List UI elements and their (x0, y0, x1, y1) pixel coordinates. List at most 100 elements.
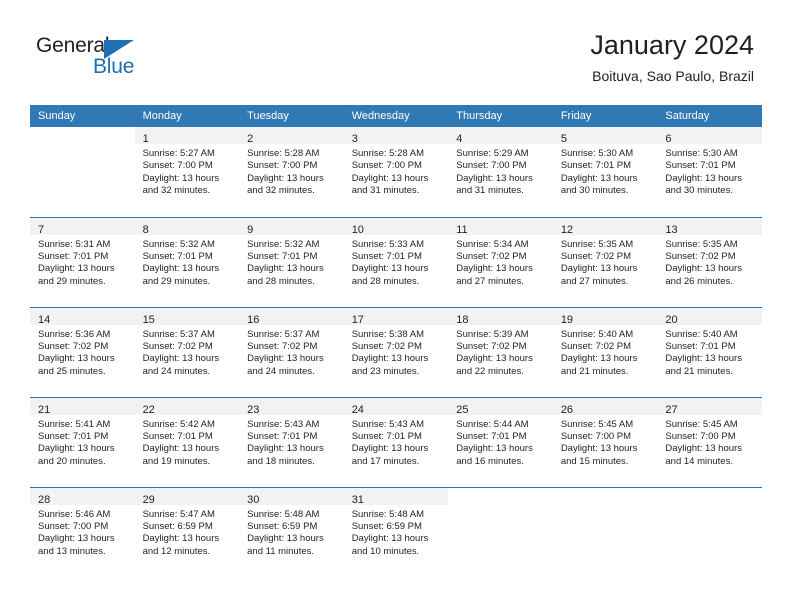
daylight-text: Daylight: 13 hours and 12 minutes. (142, 533, 220, 557)
calendar-day-cell[interactable]: 17 Sunrise: 5:38 AM Sunset: 7:02 PM Dayligh… (343, 306, 449, 397)
sunset-text: Sunset: 7:02 PM (560, 250, 632, 262)
calendar-day-cell[interactable]: 16 Sunrise: 5:37 AM Sunset: 7:02 PM Dayligh… (239, 306, 344, 397)
calendar-day-cell[interactable]: 15 Sunrise: 5:37 AM Sunset: 7:02 PM Dayligh… (134, 306, 240, 397)
calendar-day-cell[interactable]: 4 Sunrise: 5:29 AM Sunset: 7:00 PM Daylight… (448, 127, 553, 217)
calendar-day-cell[interactable]: 30 Sunrise: 5:48 AM Sunset: 6:59 PM Dayligh… (239, 486, 344, 577)
calendar-day-cell[interactable]: 12 Sunrise: 5:35 AM Sunset: 7:02 PM Dayligh… (552, 216, 658, 307)
calendar-day-cell[interactable]: 27 Sunrise: 5:45 AM Sunset: 7:00 PM Dayligh… (657, 396, 762, 487)
sunset-text: Sunset: 7:02 PM (456, 250, 527, 262)
sunset-text: Sunset: 7:00 PM (456, 160, 527, 172)
day-number: 9 (247, 223, 254, 236)
sunset-text: Sunset: 7:02 PM (456, 340, 527, 352)
day-cell-content: 14 Sunrise: 5:36 AM Sunset: 7:02 PM Dayligh… (30, 307, 135, 397)
day-cell-content: 1 Sunrise: 5:27 AM Sunset: 7:00 PM Daylight… (134, 127, 240, 216)
day-cell-content (448, 488, 553, 577)
calendar-day-cell[interactable]: 6 Sunrise: 5:30 AM Sunset: 7:01 PM Daylight… (657, 127, 762, 217)
calendar-day-cell[interactable] (448, 486, 553, 577)
logo-text-blue: Blue (93, 55, 135, 78)
day-cell-content: 10 Sunrise: 5:33 AM Sunset: 7:01 PM Dayligh… (343, 217, 449, 307)
day-number-band: 22 (134, 397, 240, 416)
calendar-day-cell[interactable]: 2 Sunrise: 5:28 AM Sunset: 7:00 PM Daylight… (239, 127, 344, 217)
day-number: 29 (142, 493, 155, 506)
sunset-text: Sunset: 6:59 PM (142, 520, 213, 532)
day-cell-content: 16 Sunrise: 5:37 AM Sunset: 7:02 PM Dayligh… (239, 307, 344, 397)
calendar-day-cell[interactable]: 9 Sunrise: 5:32 AM Sunset: 7:01 PM Daylight… (239, 216, 344, 307)
calendar-day-cell[interactable]: 10 Sunrise: 5:33 AM Sunset: 7:01 PM Dayligh… (343, 216, 449, 307)
day-cell-content: 3 Sunrise: 5:28 AM Sunset: 7:00 PM Daylight… (343, 127, 449, 216)
calendar-day-cell[interactable]: 25 Sunrise: 5:44 AM Sunset: 7:01 PM Dayligh… (448, 396, 553, 487)
calendar-day-cell[interactable] (30, 127, 135, 217)
day-cell-content (30, 127, 135, 216)
daylight-text: Daylight: 13 hours and 19 minutes. (142, 443, 220, 467)
calendar-day-cell[interactable]: 28 Sunrise: 5:46 AM Sunset: 7:00 PM Dayligh… (30, 486, 135, 577)
day-number-band: 5 (552, 127, 658, 145)
calendar-day-cell[interactable] (552, 486, 658, 577)
daylight-text: Daylight: 13 hours and 21 minutes. (560, 353, 638, 377)
daylight-text: Daylight: 13 hours and 15 minutes. (560, 443, 638, 467)
calendar-day-cell[interactable]: 22 Sunrise: 5:42 AM Sunset: 7:01 PM Dayligh… (134, 396, 240, 487)
day-cell-content: 8 Sunrise: 5:32 AM Sunset: 7:01 PM Daylight… (134, 217, 240, 307)
day-number-band: 6 (657, 127, 762, 145)
day-number-band: 1 (134, 127, 240, 145)
sunset-text: Sunset: 7:01 PM (665, 340, 736, 352)
calendar-day-cell[interactable]: 13 Sunrise: 5:35 AM Sunset: 7:02 PM Dayligh… (657, 216, 762, 307)
calendar-day-cell[interactable]: 26 Sunrise: 5:45 AM Sunset: 7:00 PM Dayligh… (552, 396, 658, 487)
calendar-day-cell[interactable]: 29 Sunrise: 5:47 AM Sunset: 6:59 PM Dayligh… (134, 486, 240, 577)
day-cell-content: 6 Sunrise: 5:30 AM Sunset: 7:01 PM Daylight… (657, 127, 762, 216)
day-cell-content: 4 Sunrise: 5:29 AM Sunset: 7:00 PM Daylight… (448, 127, 553, 216)
day-number-band: 28 (30, 487, 135, 506)
sunset-text: Sunset: 7:00 PM (247, 160, 318, 172)
day-cell-content: 9 Sunrise: 5:32 AM Sunset: 7:01 PM Daylight… (239, 217, 344, 307)
day-number: 18 (456, 313, 469, 326)
day-number: 5 (560, 133, 567, 145)
daylight-text: Daylight: 13 hours and 10 minutes. (351, 533, 429, 557)
calendar-day-cell[interactable]: 19 Sunrise: 5:40 AM Sunset: 7:02 PM Dayligh… (552, 306, 658, 397)
day-details: Sunrise: 5:45 AM Sunset: 7:00 PM Daylight:… (657, 415, 762, 469)
calendar-day-cell[interactable]: 14 Sunrise: 5:36 AM Sunset: 7:02 PM Dayligh… (30, 306, 135, 397)
day-cell-content: 26 Sunrise: 5:45 AM Sunset: 7:00 PM Dayligh… (552, 397, 658, 487)
day-number-band: 30 (239, 487, 344, 506)
sunrise-text: Sunrise: 5:34 AM (456, 238, 529, 250)
calendar-day-cell[interactable]: 18 Sunrise: 5:39 AM Sunset: 7:02 PM Dayligh… (448, 306, 553, 397)
day-number-band (30, 127, 135, 144)
calendar-day-cell[interactable]: 7 Sunrise: 5:31 AM Sunset: 7:01 PM Daylight… (30, 216, 135, 307)
calendar-week-row: 1 Sunrise: 5:27 AM Sunset: 7:00 PM Daylight… (30, 127, 762, 217)
general-blue-logo[interactable]: General Blue (36, 34, 226, 86)
day-number: 20 (665, 313, 678, 326)
calendar-day-cell[interactable]: 8 Sunrise: 5:32 AM Sunset: 7:01 PM Daylight… (134, 216, 240, 307)
calendar-day-cell[interactable]: 3 Sunrise: 5:28 AM Sunset: 7:00 PM Daylight… (343, 127, 449, 217)
daylight-text: Daylight: 13 hours and 29 minutes. (142, 263, 220, 287)
calendar-day-cell[interactable]: 24 Sunrise: 5:43 AM Sunset: 7:01 PM Dayligh… (343, 396, 449, 487)
day-details: Sunrise: 5:38 AM Sunset: 7:02 PM Daylight:… (344, 325, 449, 379)
sunrise-text: Sunrise: 5:43 AM (351, 418, 425, 430)
calendar-day-cell[interactable]: 1 Sunrise: 5:27 AM Sunset: 7:00 PM Daylight… (134, 127, 240, 217)
weekday-header-friday: Friday (552, 105, 658, 127)
day-number-band: 8 (134, 217, 240, 236)
calendar-day-cell[interactable]: 21 Sunrise: 5:41 AM Sunset: 7:01 PM Dayligh… (30, 396, 135, 487)
day-cell-content: 12 Sunrise: 5:35 AM Sunset: 7:02 PM Dayligh… (552, 217, 658, 307)
sunset-text: Sunset: 7:00 PM (351, 160, 422, 172)
calendar-day-cell[interactable] (657, 486, 762, 577)
daylight-text: Daylight: 13 hours and 21 minutes. (665, 353, 742, 377)
calendar-day-cell[interactable]: 23 Sunrise: 5:43 AM Sunset: 7:01 PM Dayligh… (239, 396, 344, 487)
sunset-text: Sunset: 7:01 PM (142, 430, 213, 442)
day-number: 26 (560, 403, 574, 416)
daylight-text: Daylight: 13 hours and 24 minutes. (142, 353, 220, 377)
sunset-text: Sunset: 7:02 PM (38, 340, 109, 352)
sunset-text: Sunset: 7:02 PM (560, 340, 632, 352)
daylight-text: Daylight: 13 hours and 31 minutes. (351, 172, 429, 197)
daylight-text: Daylight: 13 hours and 32 minutes. (247, 172, 324, 197)
sunrise-text: Sunrise: 5:32 AM (142, 238, 215, 250)
calendar-day-cell[interactable]: 31 Sunrise: 5:48 AM Sunset: 6:59 PM Dayligh… (343, 486, 449, 577)
day-number: 23 (247, 403, 260, 416)
day-number: 15 (142, 313, 155, 326)
daylight-text: Daylight: 13 hours and 20 minutes. (38, 443, 115, 467)
calendar-day-cell[interactable]: 11 Sunrise: 5:34 AM Sunset: 7:02 PM Dayligh… (448, 216, 553, 307)
daylight-text: Daylight: 13 hours and 25 minutes. (38, 353, 115, 377)
day-number: 31 (351, 493, 364, 506)
day-number-band: 3 (343, 127, 449, 145)
sunset-text: Sunset: 7:01 PM (665, 160, 736, 172)
calendar-day-cell[interactable]: 5 Sunrise: 5:30 AM Sunset: 7:01 PM Daylight… (552, 127, 658, 217)
day-number: 30 (247, 493, 260, 506)
calendar-day-cell[interactable]: 20 Sunrise: 5:40 AM Sunset: 7:01 PM Dayligh… (657, 306, 762, 397)
